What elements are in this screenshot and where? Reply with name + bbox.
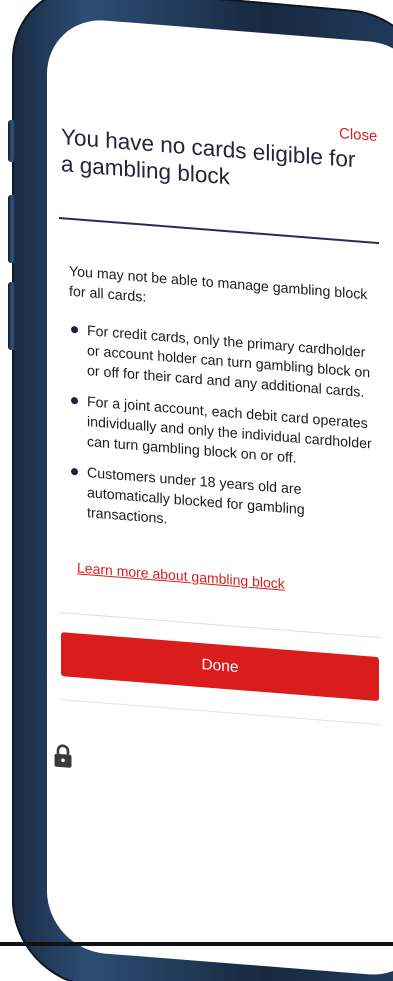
bullet-dot-icon xyxy=(71,467,78,476)
bullet-dot-icon xyxy=(71,396,78,405)
done-button[interactable]: Done xyxy=(61,632,379,702)
floor-line xyxy=(0,942,393,946)
content-divider xyxy=(59,611,381,639)
phone-screen: Close You have no cards eligible for a g… xyxy=(47,16,393,979)
side-button-volume-down xyxy=(8,282,16,350)
list-item: For credit cards, only the primary cardh… xyxy=(69,320,373,404)
eligibility-list: For credit cards, only the primary cardh… xyxy=(69,320,373,557)
modal-title: You have no cards eligible for a gamblin… xyxy=(61,124,356,190)
gambling-block-modal: Close You have no cards eligible for a g… xyxy=(47,16,393,979)
intro-text: You may not be able to manage gambling b… xyxy=(69,263,368,306)
learn-more-link[interactable]: Learn more about gambling block xyxy=(77,559,285,591)
footer-divider xyxy=(59,698,381,726)
list-item-text: For credit cards, only the primary cardh… xyxy=(87,323,371,401)
side-button-silent xyxy=(8,120,16,162)
list-item-text: Customers under 18 years old are automat… xyxy=(87,465,305,528)
device-mockup: Close You have no cards eligible for a g… xyxy=(0,0,393,981)
list-item-text: For a joint account, each debit card ope… xyxy=(87,394,372,467)
bullet-dot-icon xyxy=(71,325,78,334)
title-divider xyxy=(59,216,379,244)
list-item: For a joint account, each debit card ope… xyxy=(69,391,373,475)
side-button-volume-up xyxy=(8,195,16,263)
lock-icon xyxy=(54,744,72,768)
list-item: Customers under 18 years old are automat… xyxy=(69,462,373,546)
close-button[interactable]: Close xyxy=(339,125,377,145)
